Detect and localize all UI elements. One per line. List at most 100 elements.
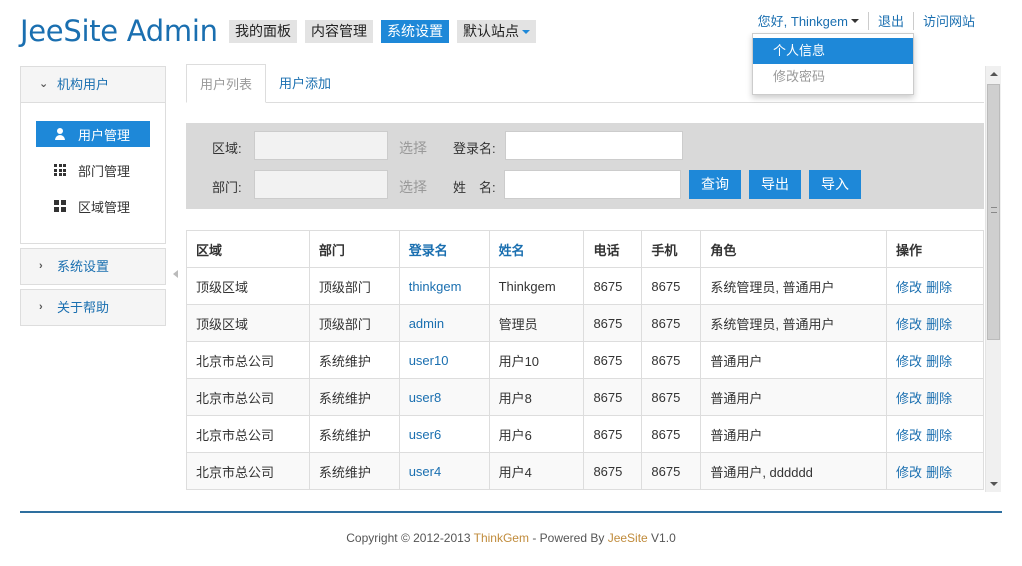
table-row: 顶级区域 顶级部门 thinkgem Thinkgem 8675 8675 系统管理员, 普… [186,267,984,305]
scroll-thumb[interactable] [987,84,1000,340]
delete-link[interactable]: 删除 [926,428,952,443]
login-name-input[interactable] [505,131,683,160]
login-name-link[interactable]: user6 [409,427,442,442]
edit-link[interactable]: 修改 [896,428,922,443]
visit-site-link[interactable]: 访问网站 [914,11,984,30]
dept-input[interactable] [254,170,388,199]
main-content: 用户列表 用户添加 区域: 选择 登录名: 部门: 选择 姓 名: 查询 导出 … [186,64,1000,492]
footer-author-link[interactable]: ThinkGem [474,531,529,545]
grid-icon [54,164,66,176]
row-actions: 修改 删除 [896,391,956,406]
logout-link[interactable]: 退出 [869,11,913,30]
delete-link[interactable]: 删除 [926,465,952,480]
menu-item-profile[interactable]: 个人信息 [753,38,913,64]
column-header-role: 角色 [700,230,888,268]
cell-dept: 系统维护 [308,452,400,490]
sidebar-group-help: › 关于帮助 [20,289,166,326]
login-name-link[interactable]: thinkgem [409,279,462,294]
cell-dept: 顶级部门 [308,304,400,342]
sidebar-group-label: 关于帮助 [57,300,110,315]
cell-login-name: user8 [398,378,490,416]
sidebar-item-label: 部门管理 [78,163,131,179]
sidebar-item-user-management[interactable]: 用户管理 [36,121,150,147]
cell-name: 用户6 [488,415,585,453]
footer-powered-by: - Powered By [528,531,608,545]
import-button[interactable]: 导入 [809,170,861,199]
cell-mobile: 8675 [641,452,702,490]
query-button[interactable]: 查询 [689,170,741,199]
login-name-link[interactable]: user4 [409,464,442,479]
cell-phone: 8675 [583,304,643,342]
column-header-name[interactable]: 姓名 [488,230,585,268]
area-input[interactable] [254,131,388,160]
edit-link[interactable]: 修改 [896,354,922,369]
export-button[interactable]: 导出 [749,170,801,199]
scroll-down-icon[interactable] [990,482,998,486]
cell-role: 普通用户, dddddd [700,452,888,490]
row-actions: 修改 删除 [896,354,956,369]
login-name-link[interactable]: admin [409,316,444,331]
cell-actions: 修改 删除 [886,341,984,379]
delete-link[interactable]: 删除 [926,280,952,295]
user-icon [54,128,66,140]
menu-item-change-password[interactable]: 修改密码 [753,64,913,90]
tab-user-list[interactable]: 用户列表 [186,64,267,103]
sidebar-group-header[interactable]: › 系统设置 [21,249,165,284]
nav-default-site[interactable]: 默认站点 [457,20,536,43]
nav-system-settings[interactable]: 系统设置 [381,20,449,43]
nav-dashboard[interactable]: 我的面板 [229,20,297,43]
tab-user-add[interactable]: 用户添加 [266,64,344,103]
user-table: 区域 部门 登录名 姓名 电话 手机 角色 操作 顶级区域 顶级部门 thinkge… [186,230,984,490]
cell-mobile: 8675 [641,378,702,416]
delete-link[interactable]: 删除 [926,391,952,406]
edit-link[interactable]: 修改 [896,317,922,332]
cell-role: 系统管理员, 普通用户 [700,267,888,305]
sidebar-group-label: 机构用户 [57,77,110,92]
chevron-right-icon: › [39,260,43,272]
cell-name: Thinkgem [488,267,585,305]
nav-content[interactable]: 内容管理 [305,20,373,43]
sidebar-group-system-settings: › 系统设置 [20,248,166,285]
cell-phone: 8675 [583,341,643,379]
scrollbar[interactable] [985,66,1001,492]
sidebar-collapse-icon[interactable] [173,270,178,278]
cell-area: 北京市总公司 [186,415,310,453]
brand-logo[interactable]: JeeSite Admin [20,14,218,48]
edit-link[interactable]: 修改 [896,391,922,406]
login-name-link[interactable]: user10 [409,353,449,368]
user-menu-toggle[interactable]: 您好, Thinkgem [749,11,868,30]
block-icon [54,200,66,212]
cell-name: 用户8 [488,378,585,416]
sidebar-group-header[interactable]: › 关于帮助 [21,290,165,325]
footer: Copyright © 2012-2013 ThinkGem - Powered… [0,531,1022,545]
edit-link[interactable]: 修改 [896,465,922,480]
column-header-actions: 操作 [886,230,984,268]
login-name-link[interactable]: user8 [409,390,442,405]
sidebar-item-label: 区域管理 [78,199,131,215]
footer-product-link[interactable]: JeeSite [608,531,648,545]
table-row: 北京市总公司 系统维护 user10 用户10 8675 8675 普通用户 修改 删除 [186,341,984,379]
delete-link[interactable]: 删除 [926,354,952,369]
cell-area: 顶级区域 [186,267,310,305]
area-select-link[interactable]: 选择 [399,138,427,158]
dept-select-link[interactable]: 选择 [399,177,427,197]
table-header-row: 区域 部门 登录名 姓名 电话 手机 角色 操作 [186,230,984,268]
sidebar-group-header[interactable]: ⌄ 机构用户 [21,67,165,102]
sidebar-item-dept-management[interactable]: 部门管理 [36,157,150,183]
nav-default-site-label: 默认站点 [463,23,519,39]
delete-link[interactable]: 删除 [926,317,952,332]
scroll-up-icon[interactable] [990,72,998,76]
login-name-label: 登录名: [453,141,496,156]
table-row: 北京市总公司 系统维护 user6 用户6 8675 8675 普通用户 修改 删除 [186,415,984,453]
sidebar-item-area-management[interactable]: 区域管理 [36,193,150,219]
column-header-login-name[interactable]: 登录名 [398,230,490,268]
edit-link[interactable]: 修改 [896,280,922,295]
cell-area: 北京市总公司 [186,452,310,490]
cell-dept: 顶级部门 [308,267,400,305]
user-dropdown-menu: 个人信息 修改密码 [752,33,914,95]
column-header-area: 区域 [186,230,310,268]
cell-mobile: 8675 [641,341,702,379]
cell-area: 北京市总公司 [186,378,310,416]
row-actions: 修改 删除 [896,428,956,443]
name-input[interactable] [504,170,681,199]
